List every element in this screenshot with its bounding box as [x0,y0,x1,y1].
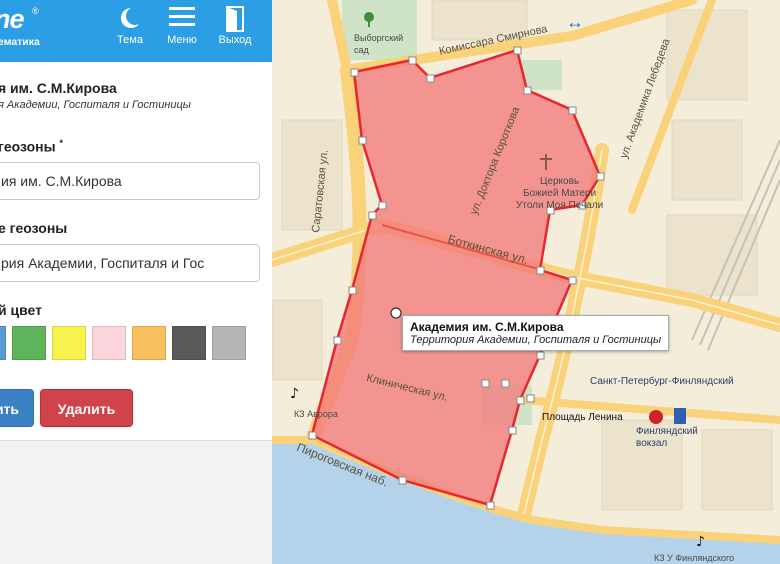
app-header: ne ® ематика Тема Меню Выход [0,0,272,62]
menu-button[interactable]: Меню [158,0,206,62]
required-mark: * [59,138,63,148]
app-logo: ne [0,4,24,34]
map-view[interactable]: ♪ ♪ ↔ Комиссара Смирнова ул. Доктора Кор… [272,0,780,564]
moon-icon [121,8,139,28]
zone-description-label: е геозоны [0,220,68,236]
delete-button[interactable]: Удалить [40,389,133,427]
poi-church[interactable]: Церковь Божией Матери Утоли Моя Печали [516,176,603,212]
zone-color-label: й цвет [0,302,42,318]
color-swatch[interactable] [52,326,86,360]
logo-registered-mark: ® [32,6,39,16]
hamburger-icon [169,7,195,26]
svg-text:♪: ♪ [696,534,705,550]
color-swatch[interactable] [12,326,46,360]
svg-text:♪: ♪ [290,386,299,402]
theme-button[interactable]: Тема [106,0,154,62]
zone-name-label: геозоны * [0,138,63,155]
poi-metro[interactable]: Площадь Ленина [542,412,623,424]
door-exit-icon [226,6,244,32]
exit-button[interactable]: Выход [211,0,259,62]
color-swatch[interactable] [172,326,206,360]
tooltip-subtitle: Территория Академии, Госпиталя и Гостини… [410,334,662,346]
poi-kz-avrora[interactable]: КЗ Аврора [294,408,338,420]
color-swatch[interactable] [92,326,126,360]
zone-description-input[interactable]: рия Академии, Госпиталя и Гос [0,244,260,282]
poi-kz-finland[interactable]: КЗ У Финляндского [654,552,734,564]
map-base: ♪ ♪ [272,0,780,564]
poi-railway-station[interactable]: Санкт-Петербург-Финляндский [590,376,734,388]
zone-title: я им. С.М.Кирова [0,80,117,96]
poi-garden[interactable]: Выборгский сад [354,32,403,56]
theme-button-label: Тема [117,34,143,46]
zone-description: я Академии, Госпиталя и Гостиницы [0,99,191,111]
app-logo-subtitle: ематика [0,36,40,48]
save-button[interactable]: ить [0,389,34,427]
panel-footer-area [0,440,272,564]
exit-button-label: Выход [218,34,252,46]
geozone-panel: ne ® ематика Тема Меню Выход я им. С.М.К… [0,0,272,564]
menu-button-label: Меню [167,34,197,46]
color-swatch[interactable] [132,326,166,360]
poi-finland-station[interactable]: Финляндский вокзал [636,426,698,450]
zone-name-input[interactable]: ия им. С.М.Кирова [0,162,260,200]
tooltip-title: Академия им. С.М.Кирова [410,320,564,334]
zone-name-label-text: геозоны [0,138,56,155]
color-swatch[interactable] [0,326,6,360]
expand-map-icon[interactable]: ↔ [566,12,584,33]
color-swatch[interactable] [212,326,246,360]
geozone-tooltip: Академия им. С.М.Кирова Территория Акаде… [402,315,670,351]
